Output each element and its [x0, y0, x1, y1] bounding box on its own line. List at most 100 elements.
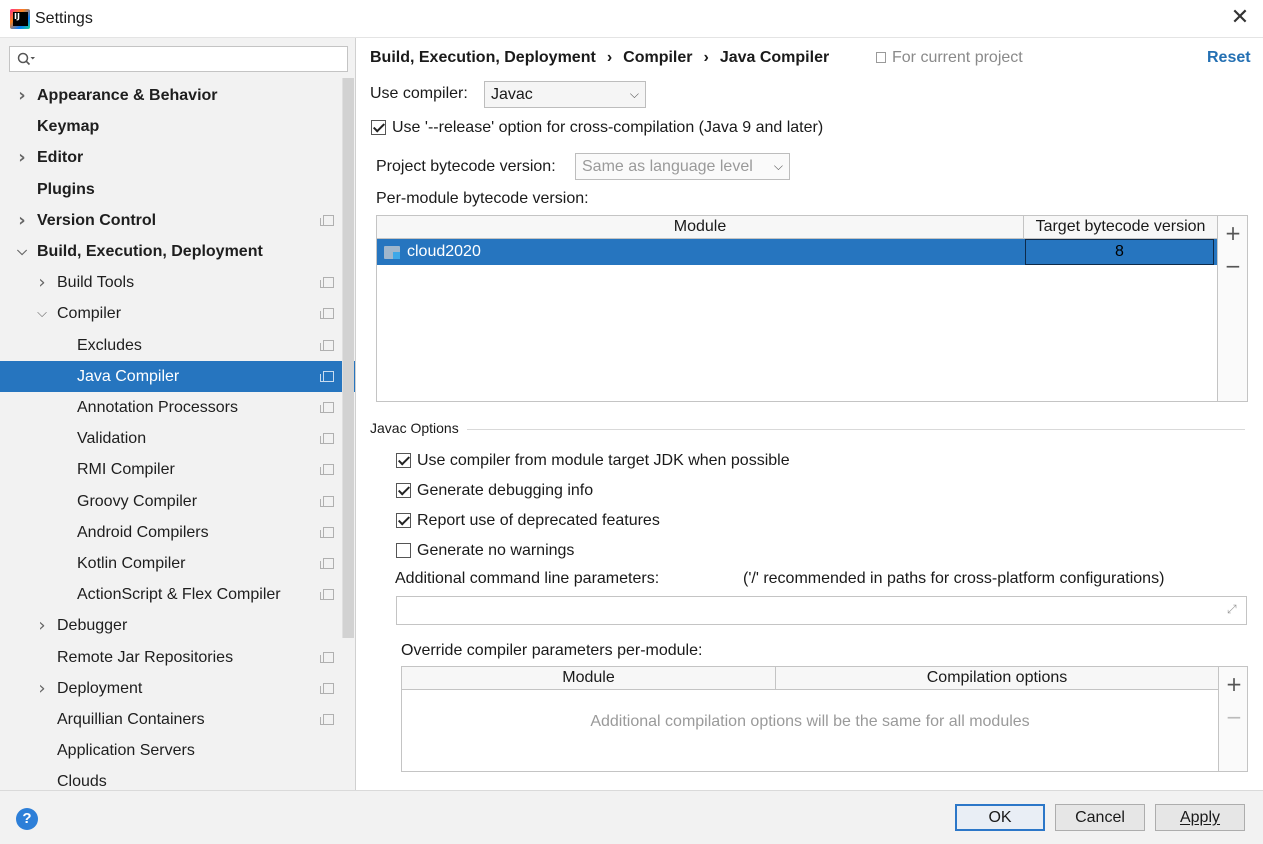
override-table: Module Compilation options Additional co… [401, 666, 1219, 772]
sidebar-item[interactable]: Java Compiler [0, 361, 355, 392]
javac-option-label: Generate no warnings [417, 542, 575, 559]
sidebar-item-label: Version Control [37, 212, 157, 229]
title-bar: Settings ✕ [0, 0, 1263, 38]
project-scope-icon [320, 215, 334, 226]
sidebar-item[interactable]: Application Servers [0, 735, 355, 766]
sidebar-item[interactable]: › Debugger [0, 610, 355, 641]
javac-options-title: Javac Options [370, 420, 459, 436]
chevron-right-icon[interactable]: › [15, 205, 29, 236]
project-bytecode-value: Same as language level [582, 158, 753, 175]
sidebar-item[interactable]: Clouds [0, 766, 355, 790]
chevron-right-icon[interactable]: › [35, 610, 49, 641]
remove-icon: − [1225, 705, 1243, 729]
search-input[interactable] [9, 46, 348, 72]
use-compiler-dropdown[interactable]: Javac ⌵ [484, 81, 646, 108]
javac-option-checkbox[interactable] [396, 453, 411, 468]
breadcrumb: Build, Execution, Deployment › Compiler › Ja… [370, 49, 829, 67]
module-folder-icon [384, 246, 400, 259]
ok-button[interactable]: OK [955, 804, 1045, 831]
sidebar-item[interactable]: › Editor [0, 142, 355, 173]
breadcrumb-item: Build, Execution, Deployment [370, 49, 596, 66]
sidebar-item[interactable]: RMI Compiler [0, 454, 355, 485]
sidebar-item[interactable]: › Build Tools [0, 267, 355, 298]
reset-link[interactable]: Reset [1207, 49, 1251, 67]
sidebar-item[interactable]: ⌵ Compiler [0, 298, 355, 329]
target-version-cell[interactable]: 8 [1025, 239, 1214, 265]
javac-option-label: Use compiler from module target JDK when… [417, 452, 790, 469]
sidebar-item[interactable]: ActionScript & Flex Compiler [0, 579, 355, 610]
empty-table-text: Additional compilation options will be t… [590, 713, 1030, 730]
sidebar-item-label: ActionScript & Flex Compiler [77, 586, 281, 603]
sidebar-item[interactable]: › Deployment [0, 673, 355, 704]
sidebar-item[interactable]: Arquillian Containers [0, 704, 355, 735]
use-compiler-label: Use compiler: [370, 85, 468, 102]
sidebar-item[interactable]: ⌵ Build, Execution, Deployment [0, 236, 355, 267]
sidebar-item-label: Remote Jar Repositories [57, 649, 234, 666]
chevron-down-icon[interactable]: ⌵ [35, 298, 49, 329]
project-scope-icon [320, 496, 334, 507]
cmdline-hint: ('/' recommended in paths for cross-plat… [743, 570, 1165, 587]
sidebar-item[interactable]: Annotation Processors [0, 392, 355, 423]
sidebar-item-label: Build Tools [57, 274, 135, 291]
release-option-checkbox[interactable] [371, 120, 386, 135]
for-current-project: For current project [876, 49, 1023, 67]
project-scope-icon [320, 464, 334, 475]
sidebar-item-label: Annotation Processors [77, 399, 238, 416]
sidebar-item[interactable]: Kotlin Compiler [0, 548, 355, 579]
close-icon[interactable]: ✕ [1228, 6, 1252, 30]
add-icon[interactable]: + [1224, 223, 1242, 243]
sidebar-item-label: Build, Execution, Deployment [37, 243, 263, 260]
chevron-right-icon[interactable]: › [35, 673, 49, 704]
project-scope-icon [320, 558, 334, 569]
sidebar-item-label: Clouds [57, 773, 107, 790]
project-scope-icon [320, 277, 334, 288]
chevron-right-icon[interactable]: › [35, 267, 49, 298]
project-bytecode-dropdown[interactable]: Same as language level ⌵ [575, 153, 790, 180]
column-header-module[interactable]: Module [402, 667, 776, 690]
column-header-target-version[interactable]: Target bytecode version [1024, 216, 1217, 239]
apply-button[interactable]: Apply [1155, 804, 1245, 831]
project-scope-icon [876, 52, 886, 63]
add-icon[interactable]: + [1225, 674, 1243, 694]
sidebar-item[interactable]: Validation [0, 423, 355, 454]
sidebar-item[interactable]: Keymap [0, 111, 355, 142]
column-header-module[interactable]: Module [377, 216, 1024, 239]
sidebar-item[interactable]: Remote Jar Repositories [0, 642, 355, 673]
expand-icon[interactable]: ⤢ [1227, 602, 1241, 616]
sidebar-item[interactable]: › Appearance & Behavior [0, 80, 355, 111]
breadcrumb-item: Compiler [623, 49, 693, 66]
chevron-right-icon[interactable]: › [15, 142, 29, 173]
sidebar-item[interactable]: › Version Control [0, 205, 355, 236]
remove-icon[interactable]: − [1224, 256, 1242, 276]
sidebar-item-label: Kotlin Compiler [77, 555, 186, 572]
override-table-toolbar: + − [1219, 666, 1248, 772]
java-compiler-panel: Build, Execution, Deployment › Compiler › Ja… [357, 38, 1263, 790]
javac-option-checkbox[interactable] [396, 513, 411, 528]
project-bytecode-label: Project bytecode version: [376, 158, 556, 175]
project-scope-icon [320, 340, 334, 351]
javac-option-checkbox[interactable] [396, 483, 411, 498]
cmdline-input[interactable]: ⤢ [396, 596, 1247, 625]
divider [467, 429, 1245, 430]
column-header-compilation-options[interactable]: Compilation options [776, 667, 1218, 690]
project-scope-icon [320, 527, 334, 538]
sidebar-item[interactable]: Android Compilers [0, 517, 355, 548]
sidebar-item-label: Plugins [37, 181, 95, 198]
sidebar-item[interactable]: Excludes [0, 330, 355, 361]
sidebar-item-label: Appearance & Behavior [37, 87, 218, 104]
help-icon[interactable]: ? [16, 808, 38, 830]
project-scope-icon [320, 308, 334, 319]
table-row[interactable]: cloud2020 8 [377, 239, 1217, 265]
intellij-app-icon [10, 9, 30, 29]
sidebar-item-label: RMI Compiler [77, 461, 175, 478]
window-title: Settings [35, 10, 93, 27]
chevron-down-icon[interactable]: ⌵ [15, 236, 29, 267]
cancel-button[interactable]: Cancel [1055, 804, 1145, 831]
sidebar-item[interactable]: Plugins [0, 174, 355, 205]
sidebar-item-label: Groovy Compiler [77, 493, 198, 510]
sidebar-item[interactable]: Groovy Compiler [0, 486, 355, 517]
javac-option-checkbox[interactable] [396, 543, 411, 558]
sidebar-item-label: Deployment [57, 680, 143, 697]
sidebar-scrollbar[interactable] [342, 78, 354, 638]
chevron-right-icon[interactable]: › [15, 80, 29, 111]
